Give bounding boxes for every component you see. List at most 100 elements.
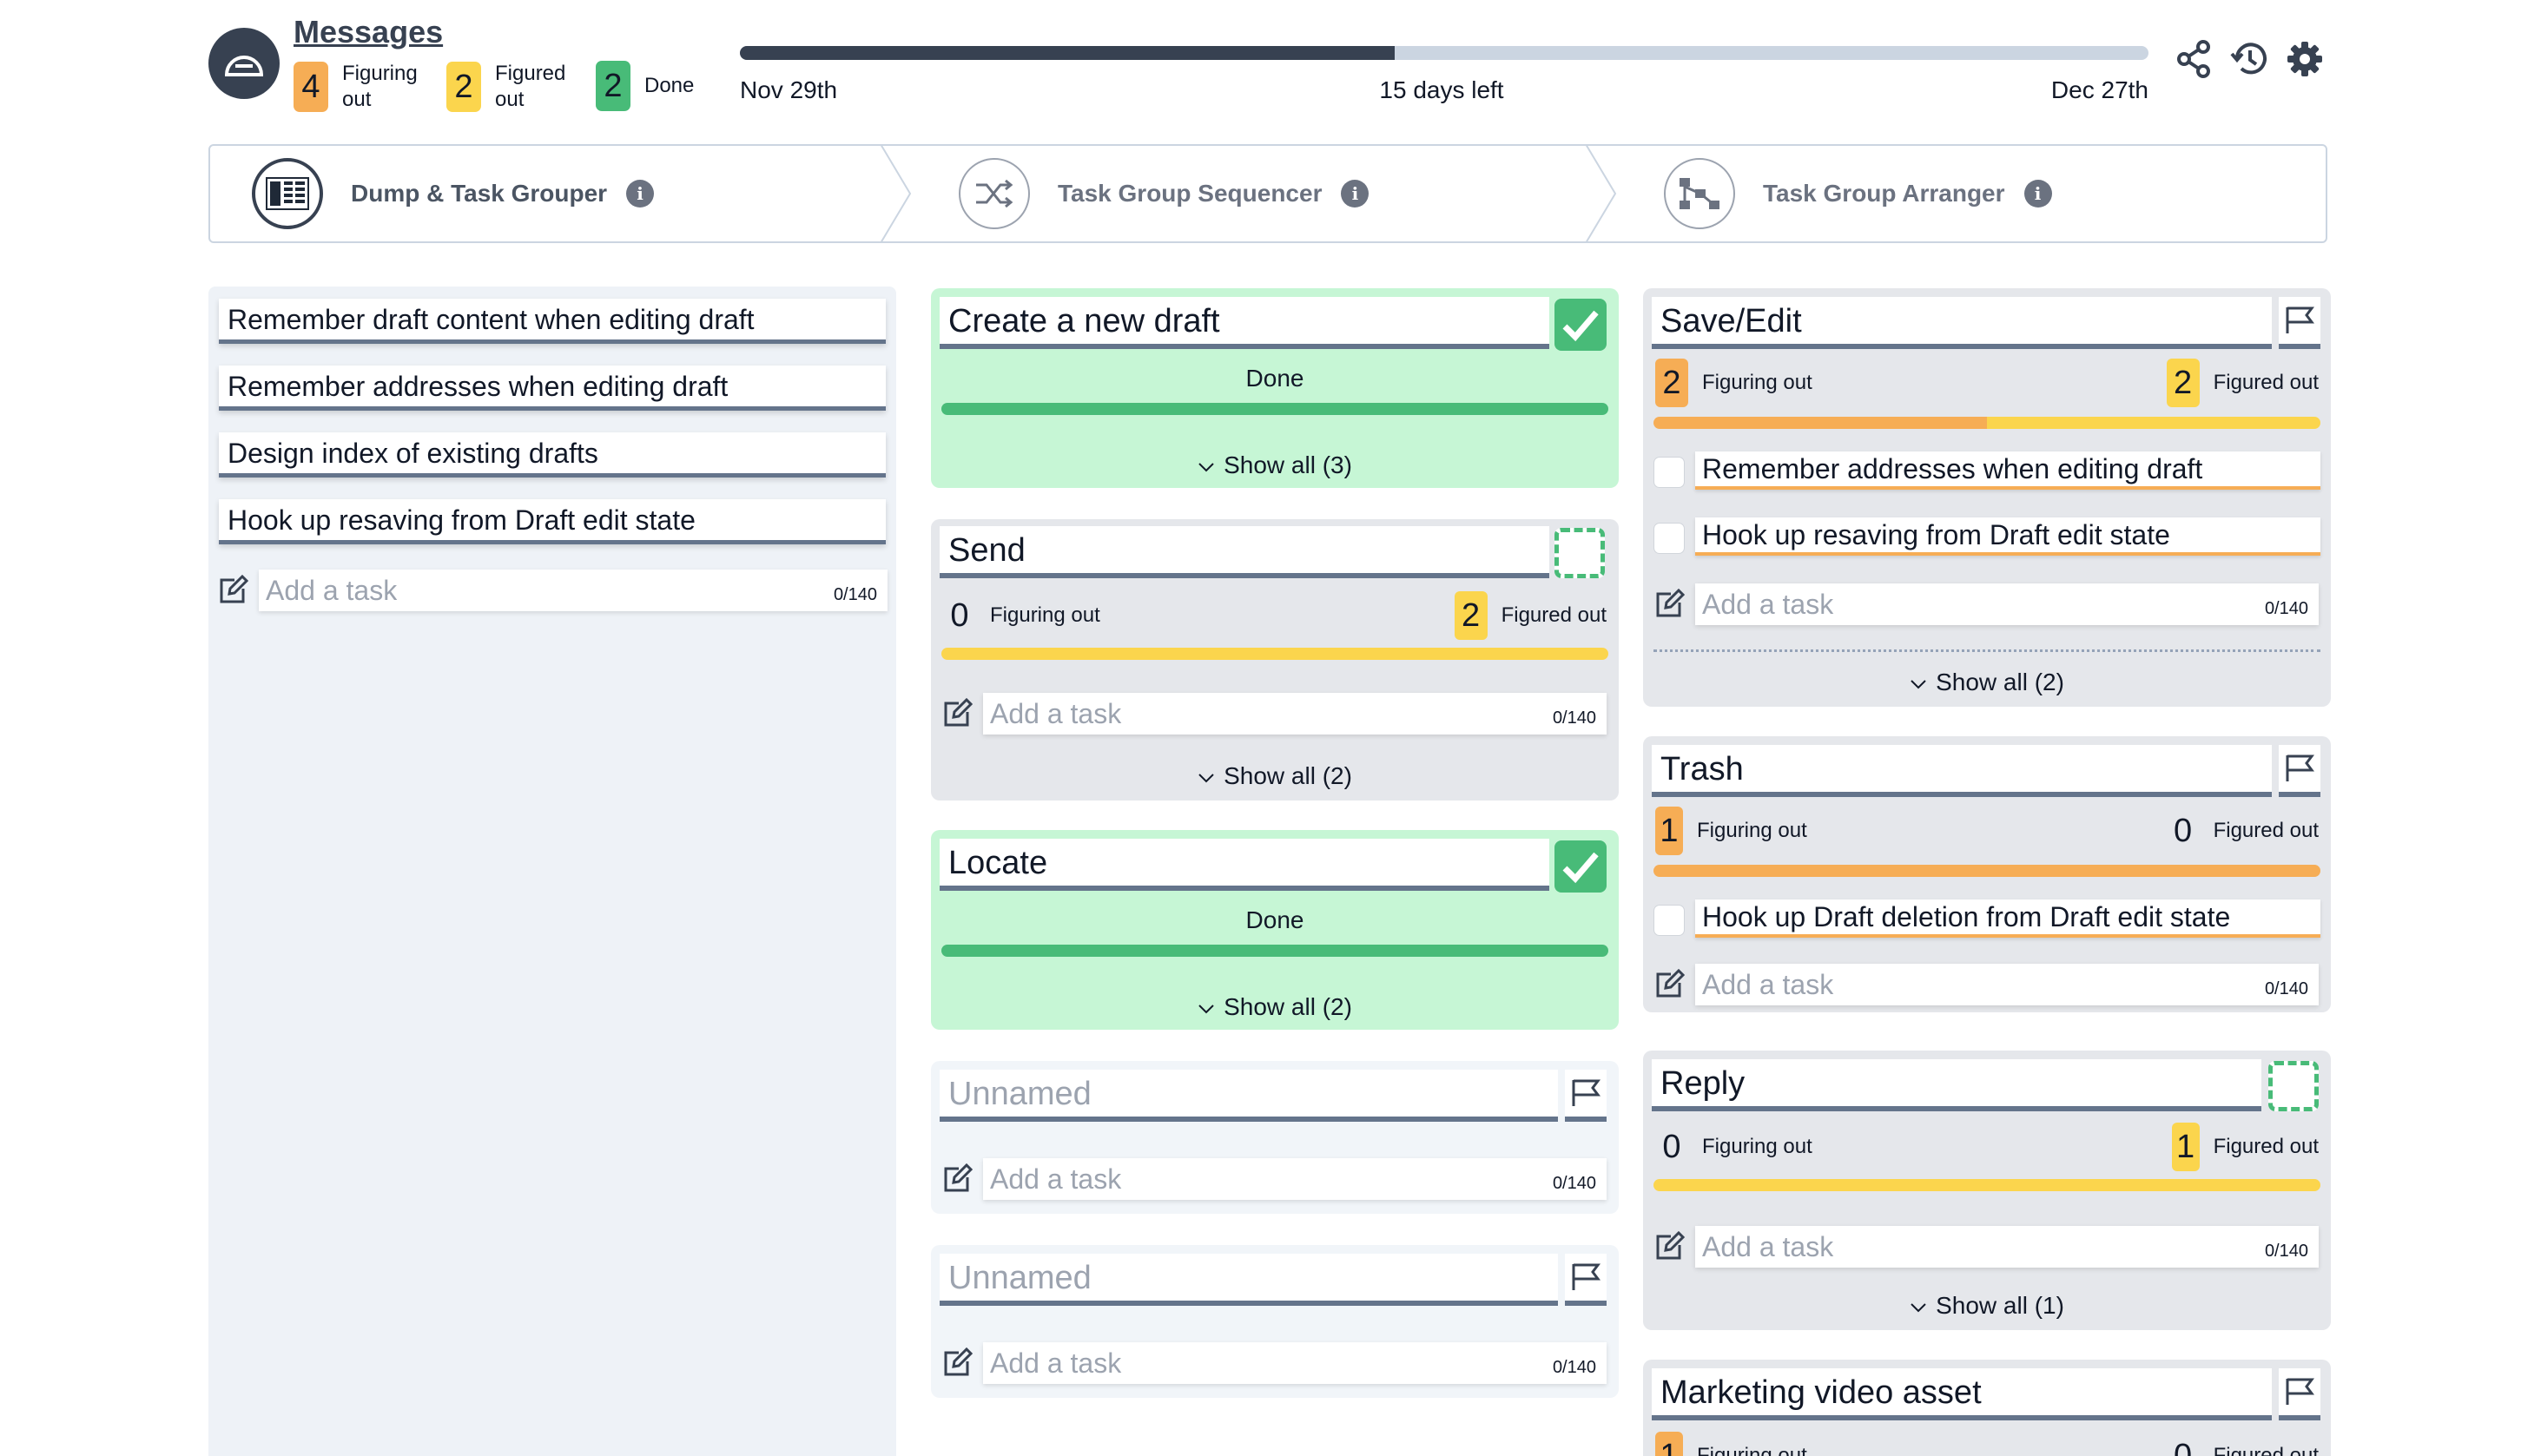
group-done-toggle[interactable] (1554, 528, 1605, 578)
task-group-card: Reply 0 Figuring out 1 Figured out Add a t… (1643, 1051, 2331, 1330)
show-all-toggle[interactable]: Show all (1) (1643, 1292, 2331, 1320)
dump-task-item[interactable]: Hook up resaving from Draft edit state (219, 499, 886, 544)
flag-button[interactable] (1565, 1070, 1607, 1122)
task-checkbox[interactable] (1653, 905, 1685, 936)
figuring-count: 1 (1655, 1432, 1683, 1456)
edit-icon[interactable] (1653, 589, 1685, 620)
group-title-input[interactable]: Unnamed (940, 1254, 1558, 1306)
add-task-input[interactable]: Add a task 0/140 (1695, 964, 2319, 1005)
group-status-row: 0 Figuring out 2 Figured out (943, 590, 1607, 641)
flag-button[interactable] (2279, 745, 2320, 797)
group-title[interactable]: Locate (940, 839, 1549, 891)
end-date: Dec 27th (2050, 76, 2148, 103)
checkmark-icon (1562, 852, 1599, 884)
flag-icon (2286, 306, 2314, 333)
group-title-input[interactable]: Unnamed (940, 1070, 1558, 1122)
figured-count: 0 (2174, 812, 2193, 849)
add-task-input[interactable]: Add a task 0/140 (983, 1158, 1607, 1200)
group-status: Done (1245, 906, 1304, 933)
dump-task-item[interactable]: Remember addresses when editing draft (219, 366, 886, 411)
group-status-row: 0 Figuring out 1 Figured out (1655, 1122, 2319, 1172)
add-task-input[interactable]: Add a task 0/140 (983, 1342, 1607, 1384)
add-task-input[interactable]: Add a task 0/140 (1695, 583, 2319, 625)
project-title[interactable]: Messages (294, 14, 443, 50)
edit-icon[interactable] (941, 1163, 973, 1195)
group-done-toggle[interactable] (2268, 1061, 2319, 1111)
step-label: Dump & Task Grouper (351, 180, 608, 207)
add-task-row: Add a task 0/140 (217, 570, 888, 611)
timeline-progress-fill (740, 46, 1396, 60)
group-progress-bar (1653, 1179, 2320, 1191)
show-all-toggle[interactable]: Show all (2) (1643, 669, 2331, 696)
flag-button[interactable] (1565, 1254, 1607, 1306)
task-group-card: Locate Done Show all (2) (931, 830, 1619, 1030)
chevron-down-icon (1911, 679, 1926, 689)
show-all-toggle[interactable]: Show all (2) (931, 993, 1619, 1021)
group-title[interactable]: Save/Edit (1652, 297, 2272, 349)
figuring-count: 0 (1662, 1128, 1681, 1165)
figured-count: 2 (2166, 359, 2200, 407)
edit-icon[interactable] (1653, 969, 1685, 1000)
flag-button[interactable] (2279, 297, 2320, 349)
task-item[interactable]: Hook up resaving from Draft edit state (1695, 517, 2320, 556)
flag-icon (1572, 1079, 1600, 1106)
task-checkbox[interactable] (1653, 457, 1685, 488)
task-item[interactable]: Hook up Draft deletion from Draft edit s… (1695, 899, 2320, 938)
task-group-card: Marketing video asset 1 Figuring out 0 Fig… (1643, 1360, 2331, 1456)
char-counter: 0/140 (2264, 599, 2308, 618)
char-counter: 0/140 (1552, 708, 1596, 728)
dump-task-item[interactable]: Design index of existing drafts (219, 432, 886, 478)
task-dump-column: Remember draft content when editing draf… (208, 287, 896, 1456)
task-item[interactable]: Remember addresses when editing draft (1695, 451, 2320, 490)
flag-button[interactable] (2279, 1368, 2320, 1420)
show-all-toggle[interactable]: Show all (2) (931, 762, 1619, 790)
add-task-row: Add a task 0/140 (1653, 964, 2319, 1005)
step-dump-task-grouper[interactable]: Dump & Task Grouper i (252, 146, 655, 241)
figured-count-badge: 2 (446, 62, 481, 112)
list-grid-icon (266, 177, 309, 210)
add-task-row: Add a task 0/140 (1653, 1226, 2319, 1268)
task-group-card: Unnamed Add a task 0/140 (931, 1245, 1619, 1398)
info-icon[interactable]: i (1341, 180, 1370, 208)
share-button[interactable] (2173, 38, 2214, 80)
task-group-card: Unnamed Add a task 0/140 (931, 1061, 1619, 1214)
dump-task-item[interactable]: Remember draft content when editing draf… (219, 299, 886, 344)
add-task-input[interactable]: Add a task 0/140 (983, 693, 1607, 735)
add-task-row: Add a task 0/140 (941, 693, 1607, 735)
project-avatar[interactable] (208, 28, 280, 99)
group-title[interactable]: Marketing video asset (1652, 1368, 2272, 1420)
figuring-count-badge: 4 (294, 62, 328, 112)
add-task-input[interactable]: Add a task 0/140 (1695, 1226, 2319, 1268)
step-label: Task Group Sequencer (1058, 180, 1323, 207)
figured-count: 1 (2171, 1123, 2200, 1171)
task-checkbox[interactable] (1653, 523, 1685, 554)
figuring-count: 2 (1655, 359, 1688, 407)
group-title[interactable]: Reply (1652, 1059, 2261, 1111)
edit-icon[interactable] (217, 575, 248, 606)
history-button[interactable] (2228, 38, 2270, 80)
stat-figuring: 4 Figuring out (294, 61, 418, 113)
group-title[interactable]: Trash (1652, 745, 2272, 797)
show-all-toggle[interactable]: Show all (3) (931, 451, 1619, 479)
task-group-card: Send 0 Figuring out 2 Figured out Add a ta… (931, 519, 1619, 800)
step-task-group-sequencer[interactable]: Task Group Sequencer i (959, 146, 1370, 241)
chevron-down-icon (1198, 462, 1214, 472)
group-title[interactable]: Create a new draft (940, 297, 1549, 349)
group-done-toggle[interactable] (1554, 299, 1607, 351)
group-status-row: 1 Figuring out 0 Figured out (1655, 1431, 2319, 1456)
start-date: Nov 29th (740, 76, 838, 103)
group-done-toggle[interactable] (1554, 840, 1607, 893)
step-task-group-arranger[interactable]: Task Group Arranger i (1664, 146, 2052, 241)
group-progress-bar (1653, 865, 2320, 877)
info-icon[interactable]: i (2023, 180, 2052, 208)
timeline-progress-bar (740, 46, 2148, 60)
add-task-input[interactable]: Add a task 0/140 (259, 570, 888, 611)
history-icon (2230, 43, 2267, 75)
edit-icon[interactable] (1653, 1231, 1685, 1262)
char-counter: 0/140 (2264, 1242, 2308, 1261)
edit-icon[interactable] (941, 1347, 973, 1379)
info-icon[interactable]: i (626, 180, 655, 208)
edit-icon[interactable] (941, 698, 973, 729)
settings-button[interactable] (2284, 38, 2326, 80)
group-title[interactable]: Send (940, 526, 1549, 578)
